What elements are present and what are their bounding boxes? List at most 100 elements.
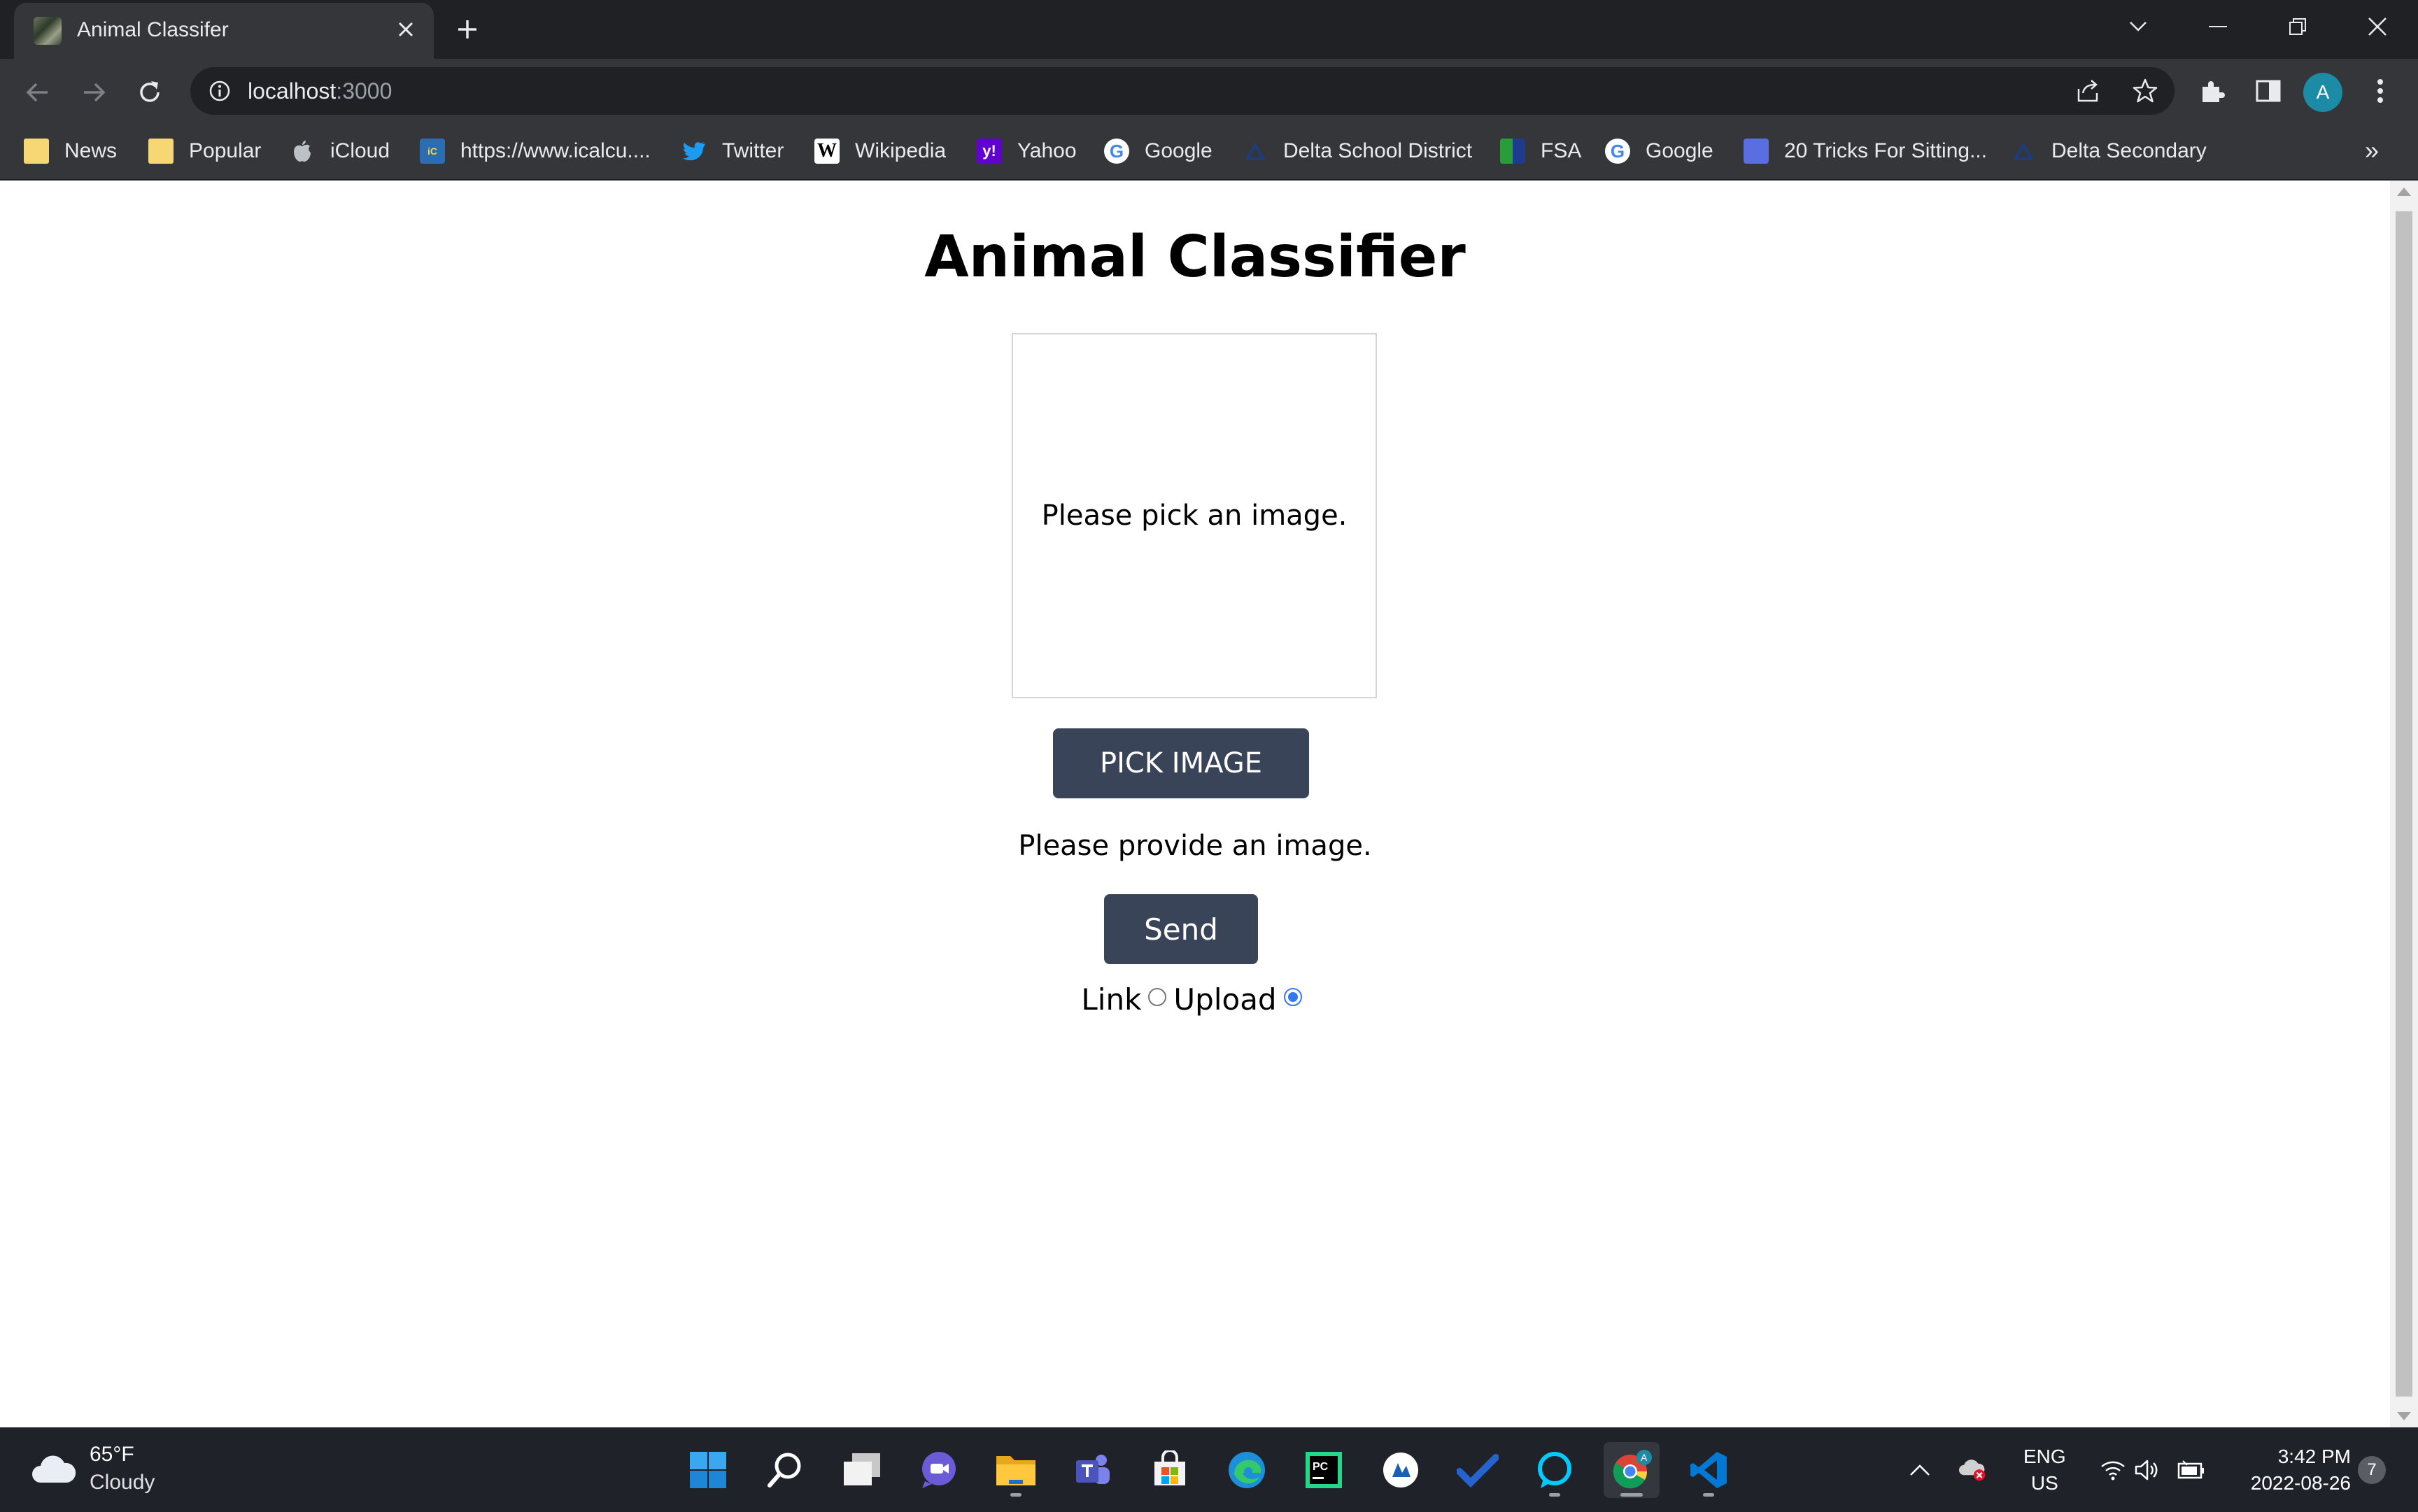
weather-widget[interactable]: 65°F Cloudy xyxy=(31,1441,155,1497)
yahoo-icon: y! xyxy=(977,139,1002,164)
bookmark-twitter[interactable]: Twitter xyxy=(681,134,784,168)
bookmark-delta-secondary[interactable]: Delta Secondary xyxy=(2011,134,2207,168)
side-panel-icon[interactable] xyxy=(2249,71,2288,111)
vscode-icon[interactable] xyxy=(1681,1442,1737,1498)
delta-icon xyxy=(2011,139,2036,164)
minimize-icon[interactable] xyxy=(2179,0,2257,53)
language-code: ENG xyxy=(2023,1446,2066,1467)
volume-icon[interactable] xyxy=(2133,1456,2161,1484)
file-explorer-icon[interactable] xyxy=(988,1442,1044,1498)
browser-toolbar: localhost:3000 A xyxy=(0,59,2418,123)
close-tab-icon[interactable] xyxy=(389,13,423,46)
scroll-down-arrow-icon[interactable] xyxy=(2397,1412,2411,1420)
wikipedia-icon: W xyxy=(814,139,840,164)
new-tab-icon[interactable] xyxy=(451,13,484,46)
restore-icon[interactable] xyxy=(2258,0,2337,53)
bookmark-label: https://www.icalcu.... xyxy=(460,139,651,162)
bookmark-popular[interactable]: Popular xyxy=(148,134,261,168)
url-text[interactable]: localhost:3000 xyxy=(248,78,392,104)
link-radio-label: Link xyxy=(1081,982,1142,1017)
bookmark-yahoo[interactable]: y! Yahoo xyxy=(977,134,1077,168)
tab-search-icon[interactable] xyxy=(2099,0,2177,53)
running-indicator xyxy=(1703,1493,1714,1497)
task-view-icon[interactable] xyxy=(834,1442,890,1498)
bookmark-fsa[interactable]: FSA xyxy=(1500,134,1581,168)
url-host: localhost xyxy=(248,78,337,104)
todo-icon[interactable] xyxy=(1450,1442,1506,1498)
bookmark-label: FSA xyxy=(1541,139,1582,162)
image-placeholder-text: Please pick an image. xyxy=(1041,500,1348,532)
battery-icon[interactable] xyxy=(2177,1456,2205,1484)
bookmark-label: Google xyxy=(1646,139,1713,162)
more-bookmarks-button[interactable]: » xyxy=(2365,136,2379,165)
clock-date: 2022-08-26 xyxy=(2250,1472,2351,1494)
bookmark-wikipedia[interactable]: W Wikipedia xyxy=(814,134,946,168)
bookmark-label: Delta Secondary xyxy=(2051,139,2207,162)
address-bar[interactable]: localhost:3000 xyxy=(190,67,2175,115)
status-text: Please provide an image. xyxy=(1018,830,1372,862)
chrome-icon[interactable]: A xyxy=(1604,1442,1660,1498)
bookmark-google-2[interactable]: G Google xyxy=(1605,134,1713,168)
site-info-icon[interactable] xyxy=(206,77,234,105)
onedrive-error-icon[interactable] xyxy=(1959,1456,1987,1484)
image-preview: Please pick an image. xyxy=(1012,333,1377,698)
icalculator-icon: iC xyxy=(420,139,445,164)
svg-text:A: A xyxy=(1641,1452,1648,1463)
back-icon[interactable] xyxy=(18,73,57,112)
bookmark-label: Yahoo xyxy=(1017,139,1077,162)
bookmarks-bar: News Popular iCloud iC https://www.icalc… xyxy=(0,123,2418,181)
pick-image-button[interactable]: PICK IMAGE xyxy=(1053,728,1309,798)
start-icon[interactable] xyxy=(680,1442,736,1498)
reload-icon[interactable] xyxy=(130,73,169,112)
bookmark-icloud[interactable]: iCloud xyxy=(290,134,390,168)
bookmark-label: Wikipedia xyxy=(855,139,947,162)
scrollbar-thumb[interactable] xyxy=(2396,211,2412,1397)
send-button[interactable]: Send xyxy=(1104,894,1258,964)
bookmark-label: 20 Tricks For Sitting... xyxy=(1784,139,1988,162)
delta-icon xyxy=(1243,139,1268,164)
running-indicator xyxy=(1620,1493,1643,1497)
forward-icon[interactable] xyxy=(74,73,113,112)
bookmark-20-tricks[interactable]: 20 Tricks For Sitting... xyxy=(1744,134,1987,168)
folder-icon xyxy=(148,139,174,164)
bookmark-delta-school-district[interactable]: Delta School District xyxy=(1243,134,1472,168)
notification-badge[interactable]: 7 xyxy=(2358,1456,2386,1484)
store-icon[interactable] xyxy=(1142,1442,1198,1498)
scroll-up-arrow-icon[interactable] xyxy=(2397,188,2411,196)
menu-icon[interactable] xyxy=(2361,71,2400,111)
bookmark-label: Google xyxy=(1145,139,1212,162)
favicon-icon xyxy=(34,17,62,45)
clock[interactable]: 3:42 PM 2022-08-26 xyxy=(2232,1443,2351,1497)
page-content: Animal Classifier Please pick an image. … xyxy=(0,181,2390,1427)
bookmark-star-icon[interactable] xyxy=(2130,76,2161,106)
share-icon[interactable] xyxy=(2072,76,2103,106)
wifi-icon[interactable] xyxy=(2099,1456,2127,1484)
upload-radio[interactable] xyxy=(1283,987,1302,1006)
language-indicator[interactable]: ENG US xyxy=(2023,1443,2066,1497)
chat-icon[interactable] xyxy=(911,1442,967,1498)
pycharm-icon[interactable]: PC xyxy=(1296,1442,1352,1498)
show-hidden-icons-icon[interactable] xyxy=(1906,1456,1934,1484)
upload-radio-label: Upload xyxy=(1173,982,1277,1017)
browser-tab[interactable]: Animal Classifer xyxy=(14,3,434,59)
profile-avatar[interactable]: A xyxy=(2303,73,2342,112)
search-icon[interactable] xyxy=(757,1442,813,1498)
bookmark-icalculator[interactable]: iC https://www.icalcu.... xyxy=(420,134,651,168)
close-window-icon[interactable] xyxy=(2338,0,2417,53)
bookmark-news[interactable]: News xyxy=(24,134,117,168)
bookmark-label: iCloud xyxy=(330,139,390,162)
bookmark-google[interactable]: G Google xyxy=(1104,134,1212,168)
bookmark-label: Delta School District xyxy=(1283,139,1473,162)
twitter-icon xyxy=(681,139,707,164)
teams-icon[interactable] xyxy=(1065,1442,1121,1498)
alexa-icon[interactable] xyxy=(1527,1442,1583,1498)
extensions-icon[interactable] xyxy=(2193,71,2232,111)
link-radio[interactable] xyxy=(1148,987,1167,1006)
app-icon[interactable] xyxy=(1373,1442,1429,1498)
google-icon: G xyxy=(1605,139,1630,164)
weather-temperature: 65°F xyxy=(90,1443,134,1466)
edge-icon[interactable] xyxy=(1219,1442,1275,1498)
bookmark-label: Popular xyxy=(189,139,262,162)
google-icon: G xyxy=(1104,139,1129,164)
vertical-scrollbar[interactable] xyxy=(2390,181,2418,1427)
